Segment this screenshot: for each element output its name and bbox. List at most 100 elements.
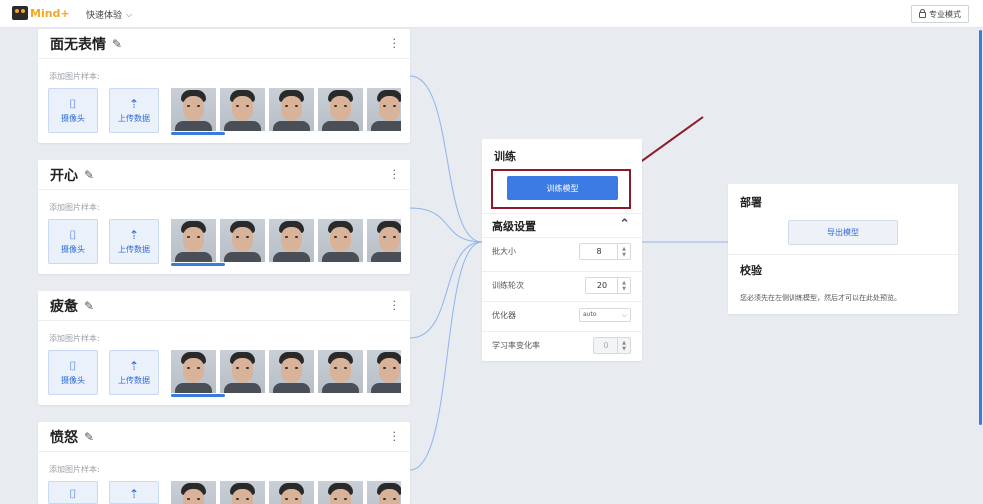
webcam-button[interactable]: ⌷ 摄像头 xyxy=(48,88,98,133)
class-title: 面无表情 xyxy=(50,36,106,53)
class-card-neutral: 面无表情 ✎ · · · 添加图片样本: ⌷ 摄像头 ⇡ 上传数据 xyxy=(38,29,410,143)
optimizer-value: auto xyxy=(583,311,597,318)
scrollbar-thumb[interactable] xyxy=(979,30,982,425)
sample-label: 添加图片样本: xyxy=(49,72,100,81)
batch-size-label: 批大小 xyxy=(492,247,516,256)
webcam-label: 摄像头 xyxy=(61,244,85,254)
sample-label: 添加图片样本: xyxy=(49,203,100,212)
sample-thumbnail[interactable] xyxy=(269,481,314,504)
class-card-tired: 疲惫 ✎ · · · 添加图片样本: ⌷ 摄像头 ⇡ 上传数据 xyxy=(38,291,410,405)
upload-button[interactable]: ⇡ 上传数据 xyxy=(109,350,159,395)
webcam-button[interactable]: ⌷ 摄像头 xyxy=(48,219,98,264)
pencil-icon[interactable]: ✎ xyxy=(112,37,122,51)
stepper-arrows-icon[interactable]: ▲ ▼ xyxy=(617,244,630,259)
camera-icon: ⌷ xyxy=(69,96,77,111)
class-title: 疲惫 xyxy=(50,298,78,315)
sample-thumbnail[interactable] xyxy=(220,350,265,393)
more-vertical-icon[interactable]: · · · xyxy=(393,34,397,53)
learning-rate-value: 0 xyxy=(603,341,609,350)
class-card-angry: 愤怒 ✎ · · · 添加图片样本: ⌷ ⇡ xyxy=(38,422,410,504)
upload-label: 上传数据 xyxy=(118,244,150,254)
sample-thumbnail[interactable] xyxy=(171,219,216,262)
batch-size-stepper[interactable]: 8 ▲ ▼ xyxy=(579,243,631,260)
sample-label: 添加图片样本: xyxy=(49,465,100,474)
connector-line xyxy=(409,241,483,339)
webcam-button[interactable]: ⌷ 摄像头 xyxy=(48,350,98,395)
upload-icon: ⇡ xyxy=(128,96,140,111)
sample-thumbnail[interactable] xyxy=(367,350,401,393)
batch-size-value: 8 xyxy=(596,247,602,256)
optimizer-select[interactable]: auto ⌵ xyxy=(579,308,631,322)
upload-label: 上传数据 xyxy=(118,375,150,385)
more-vertical-icon[interactable]: · · · xyxy=(393,296,397,315)
stepper-arrows-icon: ▲ ▼ xyxy=(617,338,630,353)
learning-rate-stepper: 0 ▲ ▼ xyxy=(593,337,631,354)
epochs-value: 20 xyxy=(596,281,608,290)
sample-thumbnail[interactable] xyxy=(318,88,363,131)
sample-thumbnail[interactable] xyxy=(220,219,265,262)
upload-button[interactable]: ⇡ 上传数据 xyxy=(109,88,159,133)
sample-thumbnail[interactable] xyxy=(367,219,401,262)
sample-thumbnail[interactable] xyxy=(318,481,363,504)
sample-thumbnail[interactable] xyxy=(318,219,363,262)
sample-thumbnail[interactable] xyxy=(269,219,314,262)
advanced-settings-header[interactable]: 高级设置 ⌃ xyxy=(482,213,642,237)
verify-title: 校验 xyxy=(740,263,762,277)
learning-rate-row: 学习率变化率 0 ▲ ▼ xyxy=(482,331,642,359)
sample-progress-bar xyxy=(171,394,225,397)
upload-button[interactable]: ⇡ 上传数据 xyxy=(109,219,159,264)
sample-thumbnail[interactable] xyxy=(367,481,401,504)
verify-section-header: 校验 xyxy=(728,254,958,284)
class-title: 愤怒 xyxy=(50,429,78,446)
learning-rate-label: 学习率变化率 xyxy=(492,341,540,350)
sample-thumbnail[interactable] xyxy=(171,481,216,504)
sample-thumbnail[interactable] xyxy=(367,88,401,131)
sample-thumbnail[interactable] xyxy=(220,481,265,504)
sample-thumbnails xyxy=(171,481,401,504)
sample-progress-bar xyxy=(171,263,225,266)
more-vertical-icon[interactable]: · · · xyxy=(393,427,397,446)
sample-progress-bar xyxy=(171,132,225,135)
epochs-row: 训练轮次 20 ▲ ▼ xyxy=(482,271,642,299)
chevron-up-icon[interactable]: ⌃ xyxy=(619,217,630,232)
sample-thumbnails xyxy=(171,219,401,262)
webcam-button[interactable]: ⌷ xyxy=(48,481,98,504)
stepper-arrows-icon[interactable]: ▲ ▼ xyxy=(617,278,630,293)
optimizer-label: 优化器 xyxy=(492,311,516,320)
class-title: 开心 xyxy=(50,167,78,184)
sample-thumbnail[interactable] xyxy=(220,88,265,131)
sample-thumbnail[interactable] xyxy=(269,88,314,131)
class-card-header: 愤怒 ✎ · · · xyxy=(38,422,410,452)
more-vertical-icon[interactable]: · · · xyxy=(393,165,397,184)
sample-thumbnails xyxy=(171,88,401,131)
upload-label: 上传数据 xyxy=(118,113,150,123)
sample-thumbnail[interactable] xyxy=(171,350,216,393)
connector-line xyxy=(409,241,483,471)
annotation-highlight-box xyxy=(491,169,631,209)
camera-icon: ⌷ xyxy=(69,487,77,501)
optimizer-row: 优化器 auto ⌵ xyxy=(482,301,642,329)
class-card-happy: 开心 ✎ · · · 添加图片样本: ⌷ 摄像头 ⇡ 上传数据 xyxy=(38,160,410,274)
camera-icon: ⌷ xyxy=(69,227,77,242)
verify-note: 您必须先在左侧训练模型，然后才可以在此处预览。 xyxy=(740,294,901,302)
epochs-stepper[interactable]: 20 ▲ ▼ xyxy=(585,277,631,294)
sample-label: 添加图片样本: xyxy=(49,334,100,343)
deploy-panel: 部署 导出模型 校验 您必须先在左侧训练模型，然后才可以在此处预览。 xyxy=(728,184,958,314)
camera-icon: ⌷ xyxy=(69,358,77,373)
class-card-header: 开心 ✎ · · · xyxy=(38,160,410,190)
sample-thumbnail[interactable] xyxy=(269,350,314,393)
pencil-icon[interactable]: ✎ xyxy=(84,299,94,313)
pencil-icon[interactable]: ✎ xyxy=(84,168,94,182)
sample-thumbnails xyxy=(171,350,401,393)
class-card-header: 疲惫 ✎ · · · xyxy=(38,291,410,321)
sample-thumbnail[interactable] xyxy=(318,350,363,393)
export-model-button[interactable]: 导出模型 xyxy=(788,220,898,245)
upload-icon: ⇡ xyxy=(128,487,140,501)
pencil-icon[interactable]: ✎ xyxy=(84,430,94,444)
sample-thumbnail[interactable] xyxy=(171,88,216,131)
upload-button[interactable]: ⇡ xyxy=(109,481,159,504)
chevron-down-icon: ⌵ xyxy=(621,311,627,319)
batch-size-row: 批大小 8 ▲ ▼ xyxy=(482,237,642,265)
deploy-title: 部署 xyxy=(740,196,762,209)
class-card-header: 面无表情 ✎ · · · xyxy=(38,29,410,59)
